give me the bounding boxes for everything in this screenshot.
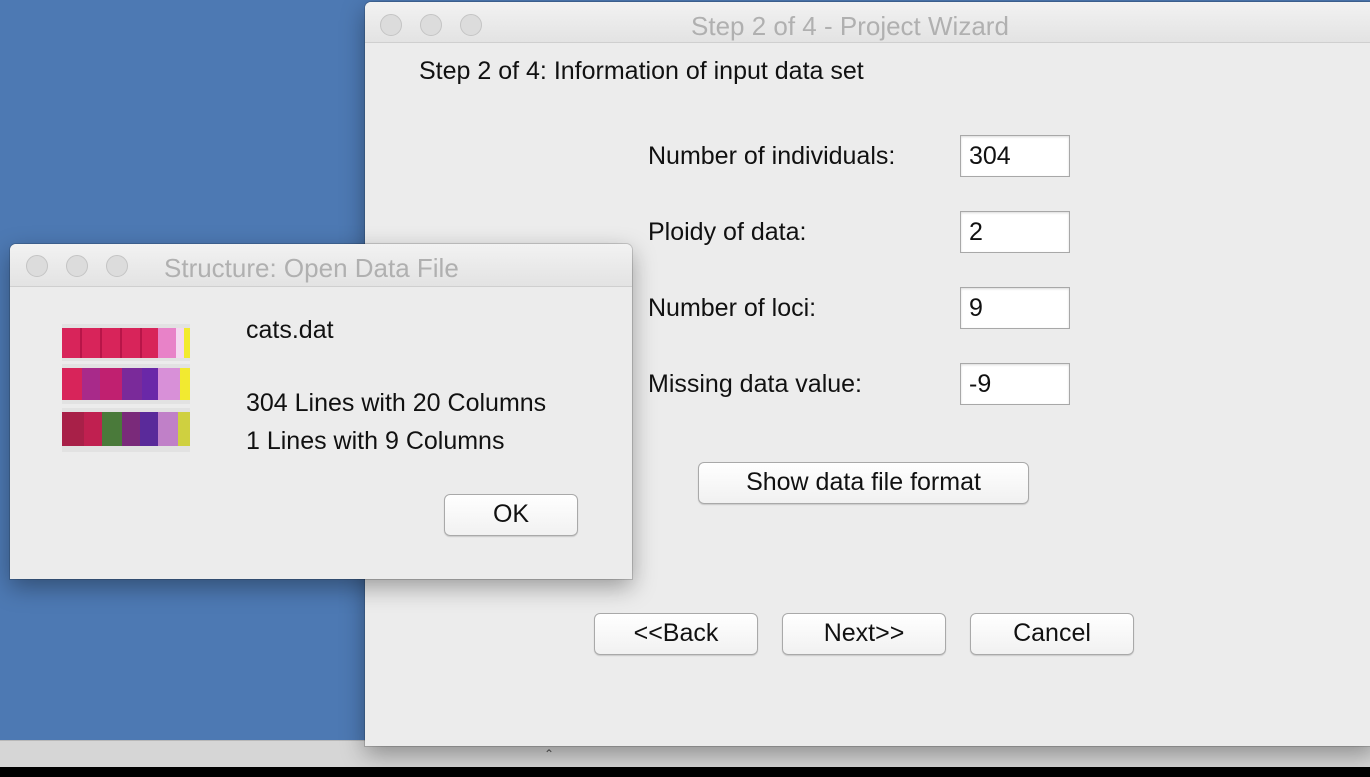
zoom-window-icon[interactable] — [460, 14, 482, 36]
dialog-title: Structure: Open Data File — [164, 253, 459, 283]
wizard-titlebar[interactable]: Step 2 of 4 - Project Wizard — [365, 2, 1370, 43]
step-heading: Step 2 of 4: Information of input data s… — [419, 57, 864, 85]
cancel-button[interactable]: Cancel — [970, 613, 1134, 655]
loci-input[interactable]: 9 — [960, 287, 1070, 329]
individuals-label: Number of individuals: — [648, 142, 896, 170]
wizard-title: Step 2 of 4 - Project Wizard — [691, 11, 1009, 41]
back-button[interactable]: <<Back — [594, 613, 758, 655]
line-count-text: 304 Lines with 20 Columns — [246, 389, 547, 417]
minimize-window-icon[interactable] — [66, 255, 88, 277]
next-button[interactable]: Next>> — [782, 613, 946, 655]
line-count-text-2: 1 Lines with 9 Columns — [246, 427, 505, 455]
show-data-file-format-button[interactable]: Show data file format — [698, 462, 1029, 504]
minimize-window-icon[interactable] — [420, 14, 442, 36]
ploidy-input[interactable]: 2 — [960, 211, 1070, 253]
missing-value-label: Missing data value: — [648, 370, 863, 398]
close-window-icon[interactable] — [26, 255, 48, 277]
loci-label: Number of loci: — [648, 294, 817, 322]
filename-text: cats.dat — [246, 316, 334, 344]
missing-value-input[interactable]: -9 — [960, 363, 1070, 405]
close-window-icon[interactable] — [380, 14, 402, 36]
individuals-input[interactable]: 304 — [960, 135, 1070, 177]
data-file-icon — [62, 324, 190, 452]
dialog-titlebar[interactable]: Structure: Open Data File — [10, 244, 632, 287]
ok-button[interactable]: OK — [444, 494, 578, 536]
resize-handle-icon[interactable]: ⌃ — [544, 747, 554, 761]
open-data-file-dialog: Structure: Open Data File cats.dat 304 L… — [10, 244, 632, 579]
ploidy-label: Ploidy of data: — [648, 218, 807, 246]
zoom-window-icon[interactable] — [106, 255, 128, 277]
